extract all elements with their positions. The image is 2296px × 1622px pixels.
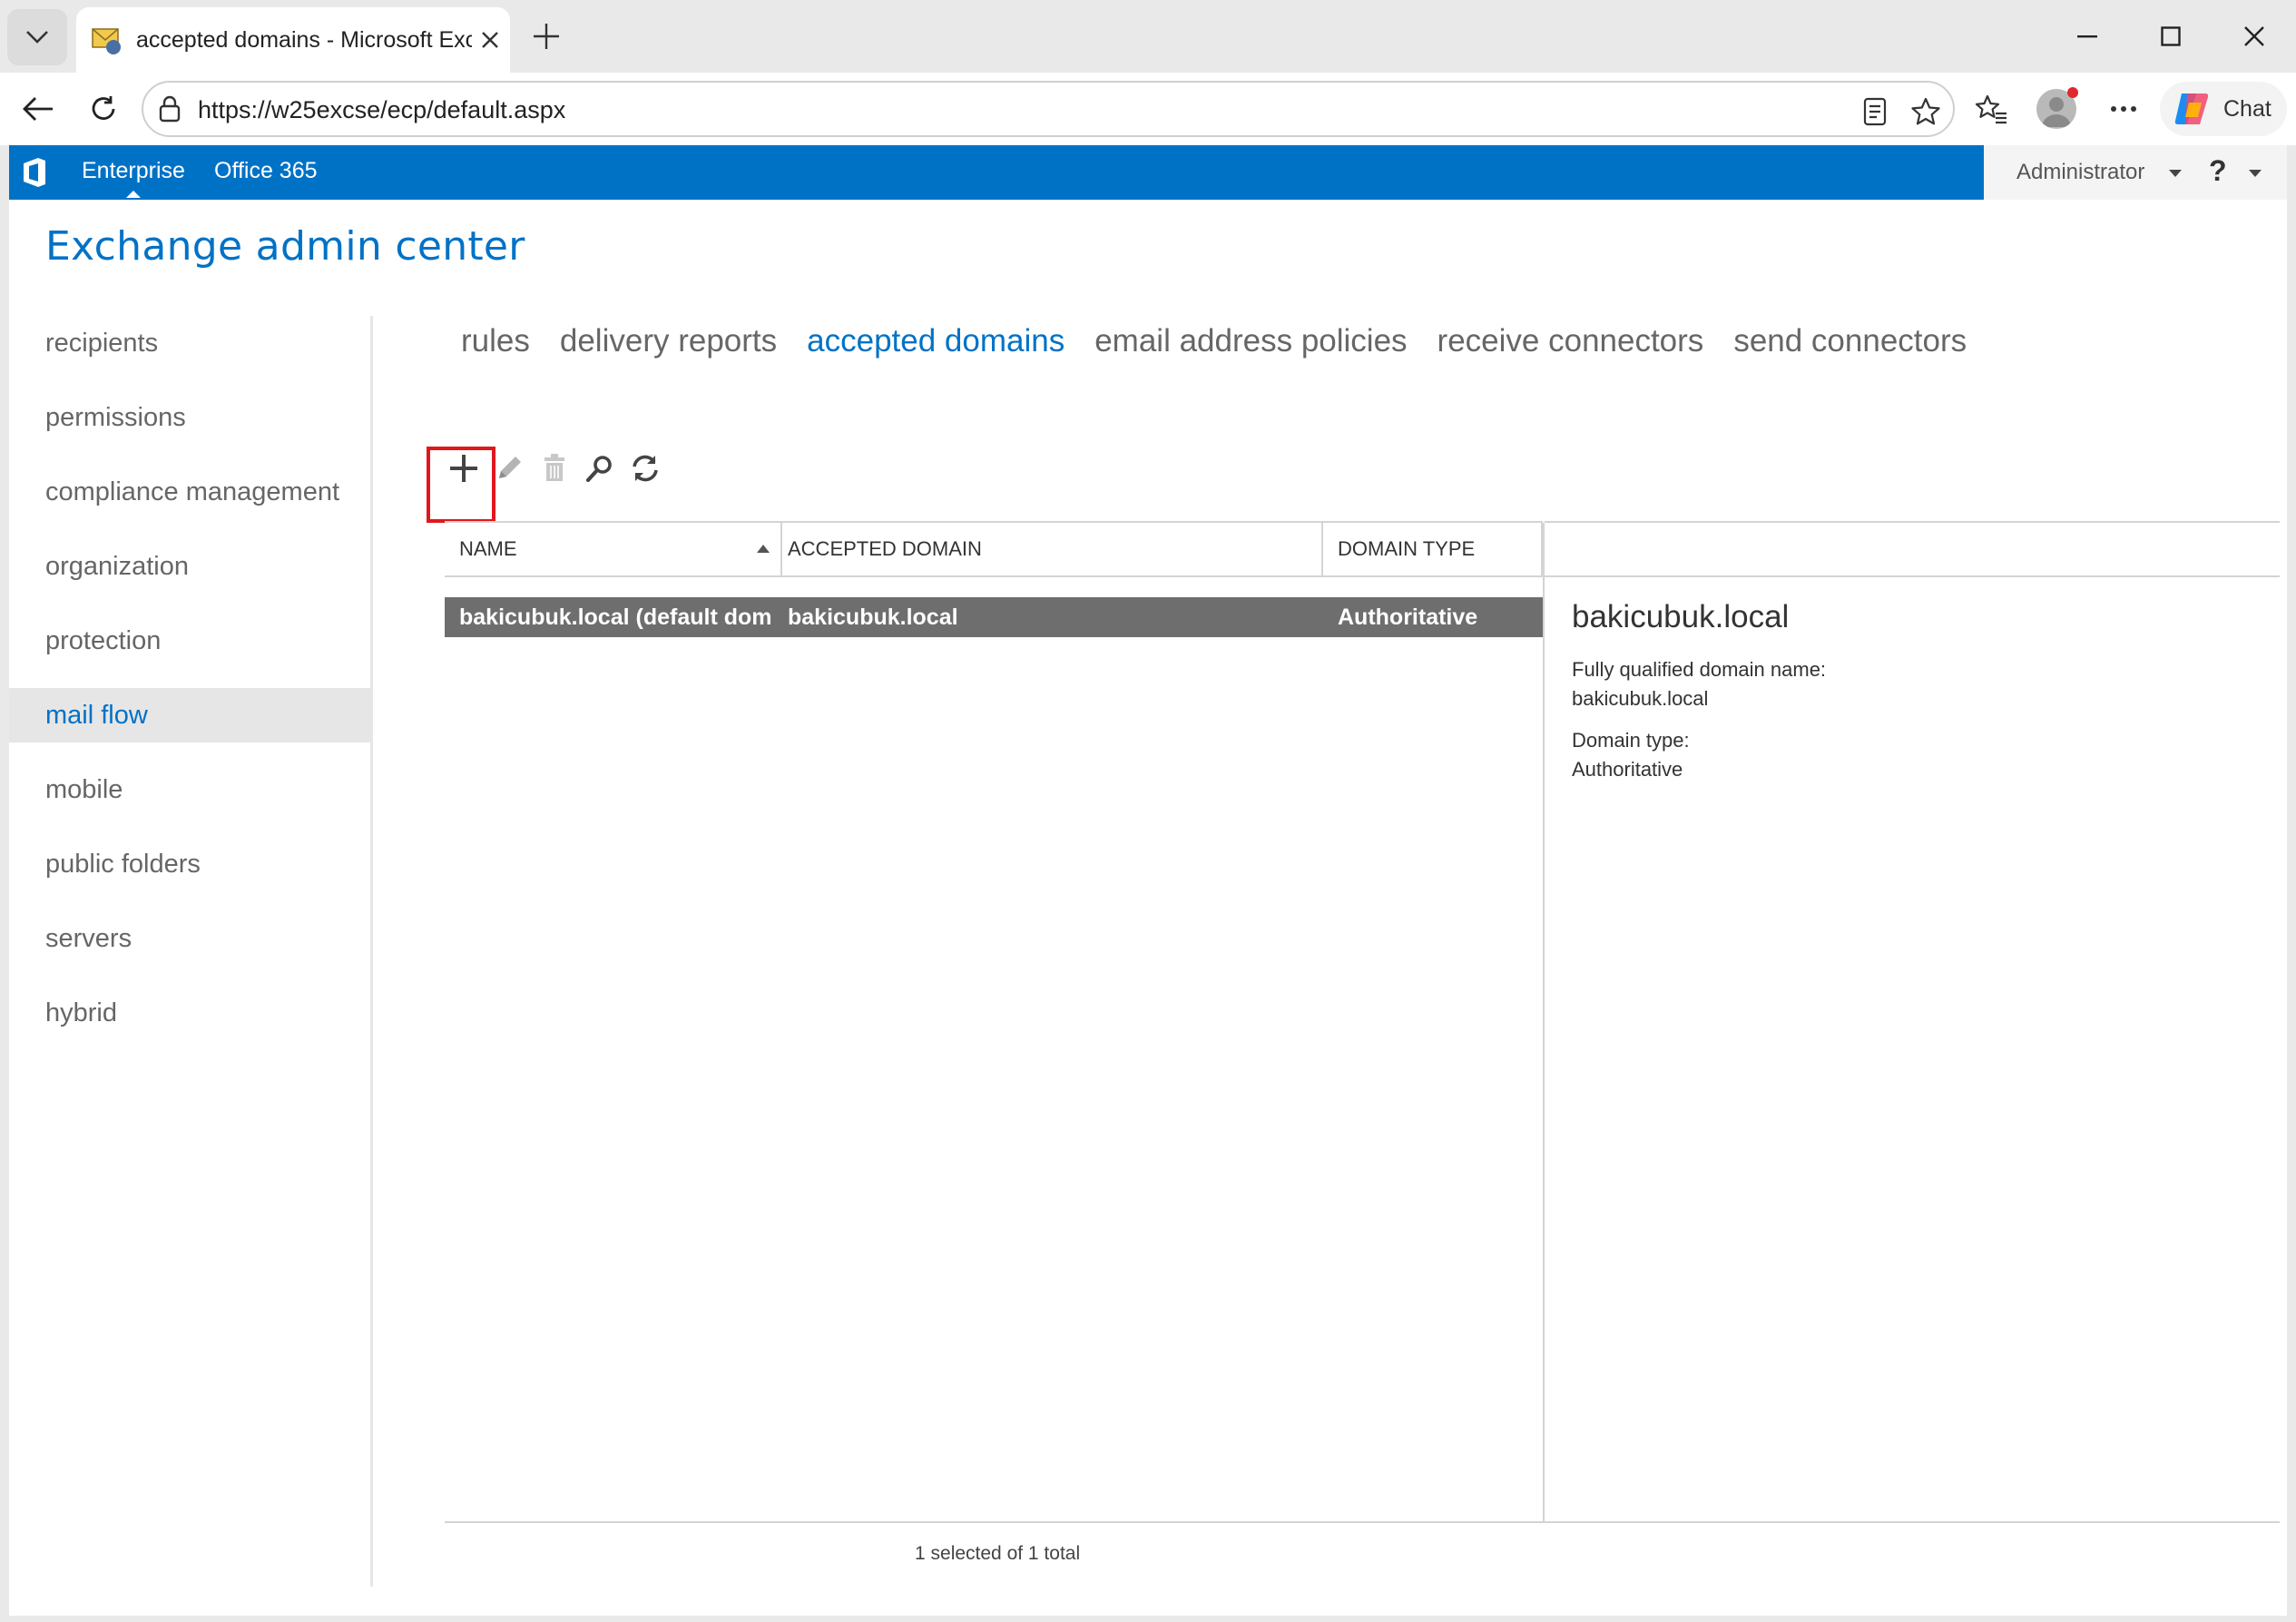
refresh-page-button[interactable] — [82, 87, 125, 131]
nav-item-servers[interactable]: servers — [9, 911, 370, 966]
copilot-icon — [2174, 93, 2209, 124]
cell-name: bakicubuk.local (default dom... — [459, 604, 773, 630]
notification-dot — [2067, 87, 2078, 98]
nav-divider — [370, 316, 373, 1587]
maximize-icon — [2161, 26, 2181, 46]
tab-send-connectors[interactable]: send connectors — [1733, 323, 1967, 369]
help-icon[interactable]: ? — [2209, 154, 2227, 188]
more-options-icon[interactable] — [2102, 87, 2145, 131]
nav-item-hybrid[interactable]: hybrid — [9, 986, 370, 1040]
user-menu[interactable]: Administrator — [2016, 160, 2144, 185]
minimize-icon — [2077, 35, 2097, 38]
search-icon — [585, 456, 612, 483]
nav-item-recipients[interactable]: recipients — [9, 316, 370, 370]
lock-icon — [159, 95, 181, 123]
tab-title: accepted domains - Microsoft Exchange — [136, 26, 472, 53]
new-tab-button[interactable] — [525, 15, 568, 58]
url-text: https://w25excse/ecp/default.aspx — [198, 96, 566, 123]
office365-link[interactable]: Office 365 — [214, 158, 318, 184]
copilot-chat-button[interactable]: Chat — [2160, 82, 2287, 136]
domain-type-value: Authoritative — [1572, 758, 1683, 781]
refresh-button[interactable] — [623, 446, 668, 491]
edit-icon — [499, 457, 521, 478]
reader-mode-icon[interactable] — [1857, 93, 1893, 130]
tab-accepted-domains[interactable]: accepted domains — [807, 323, 1065, 369]
tab-receive-connectors[interactable]: receive connectors — [1437, 323, 1704, 369]
nav-item-mobile[interactable]: mobile — [9, 762, 370, 817]
page-title: Exchange admin center — [45, 223, 525, 270]
mail-flow-subnav: rules delivery reports accepted domains … — [461, 323, 1967, 369]
favorite-star-icon[interactable] — [1908, 93, 1944, 130]
nav-item-permissions[interactable]: permissions — [9, 390, 370, 445]
close-window-button[interactable] — [2227, 11, 2281, 62]
column-header-domain-type[interactable]: DOMAIN TYPE — [1323, 523, 1543, 575]
tab-email-address-policies[interactable]: email address policies — [1094, 323, 1407, 369]
back-arrow-icon — [23, 97, 53, 121]
address-bar[interactable]: https://w25excse/ecp/default.aspx — [142, 81, 1955, 137]
footer-divider — [445, 1521, 2280, 1523]
chevron-down-icon — [26, 31, 48, 44]
left-navigation: recipients permissions compliance manage… — [9, 316, 370, 1587]
user-area: Administrator ? — [1984, 145, 2287, 200]
maximize-button[interactable] — [2144, 11, 2198, 62]
chat-label: Chat — [2223, 95, 2271, 122]
o365-navbar: Enterprise Office 365 Administrator ? — [9, 145, 2287, 200]
fqdn-label: Fully qualified domain name: — [1572, 658, 1827, 681]
column-header-domain-type-label: DOMAIN TYPE — [1338, 537, 1476, 560]
browser-tab[interactable]: accepted domains - Microsoft Exchange — [76, 7, 510, 73]
search-button[interactable] — [577, 446, 623, 491]
favorites-icon[interactable] — [1969, 87, 2013, 131]
domain-type-label: Domain type: — [1572, 729, 1690, 752]
back-button[interactable] — [16, 87, 60, 131]
page-viewport: Enterprise Office 365 Administrator ? Ex… — [9, 145, 2287, 1616]
column-header-name[interactable]: NAME — [445, 523, 782, 575]
column-header-accepted-domain[interactable]: ACCEPTED DOMAIN — [773, 523, 1323, 575]
plus-icon — [534, 24, 559, 49]
cell-accepted-domain: bakicubuk.local — [788, 604, 958, 630]
cell-domain-type: Authoritative — [1338, 604, 1478, 630]
delete-icon — [545, 454, 564, 481]
grid-header: NAME ACCEPTED DOMAIN DOMAIN TYPE — [445, 521, 1543, 577]
browser-tab-strip: accepted domains - Microsoft Exchange — [0, 0, 2296, 73]
selection-status: 1 selected of 1 total — [915, 1543, 1081, 1564]
nav-item-mail-flow[interactable]: mail flow — [9, 688, 370, 742]
close-icon — [2244, 26, 2264, 46]
browser-toolbar: https://w25excse/ecp/default.aspx Chat — [0, 73, 2296, 145]
minimize-button[interactable] — [2060, 11, 2114, 62]
help-menu-caret-icon[interactable] — [2249, 170, 2262, 177]
enterprise-link[interactable]: Enterprise — [82, 158, 185, 198]
table-row[interactable]: bakicubuk.local (default dom... bakicubu… — [445, 597, 1543, 637]
details-pane: bakicubuk.local Fully qualified domain n… — [1572, 599, 2262, 797]
fqdn-value: bakicubuk.local — [1572, 687, 1709, 710]
sort-ascending-icon — [757, 545, 770, 553]
user-menu-caret-icon[interactable] — [2169, 170, 2182, 177]
nav-item-organization[interactable]: organization — [9, 539, 370, 594]
details-divider — [1543, 523, 1545, 1521]
nav-item-compliance-management[interactable]: compliance management — [9, 465, 370, 519]
close-tab-icon[interactable] — [472, 22, 508, 58]
tab-list-button[interactable] — [7, 9, 67, 65]
nav-item-protection[interactable]: protection — [9, 614, 370, 668]
add-button-highlight — [427, 447, 496, 523]
tab-rules[interactable]: rules — [461, 323, 530, 369]
tab-delivery-reports[interactable]: delivery reports — [560, 323, 777, 369]
exchange-favicon-icon — [92, 28, 121, 54]
delete-button[interactable] — [532, 446, 577, 491]
office-logo-icon[interactable] — [18, 156, 51, 189]
reload-icon — [92, 96, 115, 120]
column-header-name-label: NAME — [459, 537, 517, 560]
refresh-icon — [633, 455, 658, 482]
nav-item-public-folders[interactable]: public folders — [9, 837, 370, 891]
details-header-band — [1545, 521, 2280, 577]
column-header-accepted-domain-label: ACCEPTED DOMAIN — [788, 537, 982, 560]
details-title: bakicubuk.local — [1572, 599, 1790, 634]
